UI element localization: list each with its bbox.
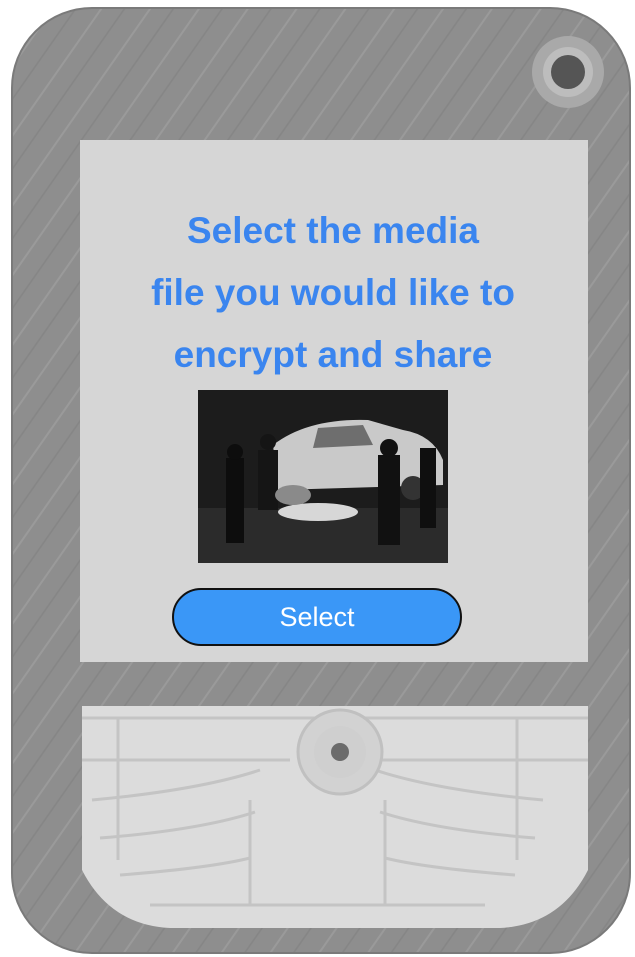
- nav-center-button-icon[interactable]: [296, 708, 384, 796]
- instruction-line-2: file you would like to: [151, 272, 515, 313]
- media-preview-image: [198, 390, 448, 563]
- keypad: [82, 706, 588, 928]
- instruction-line-3: encrypt and share: [173, 334, 493, 375]
- select-button[interactable]: Select: [172, 588, 462, 646]
- media-thumbnail[interactable]: [198, 390, 448, 563]
- instruction-line-1: Select the media: [186, 210, 479, 251]
- phone-mockup: Select the media file you would like to …: [0, 0, 635, 957]
- camera-lens-icon: [532, 36, 604, 108]
- instruction-text: Select the media file you would like to …: [88, 200, 578, 386]
